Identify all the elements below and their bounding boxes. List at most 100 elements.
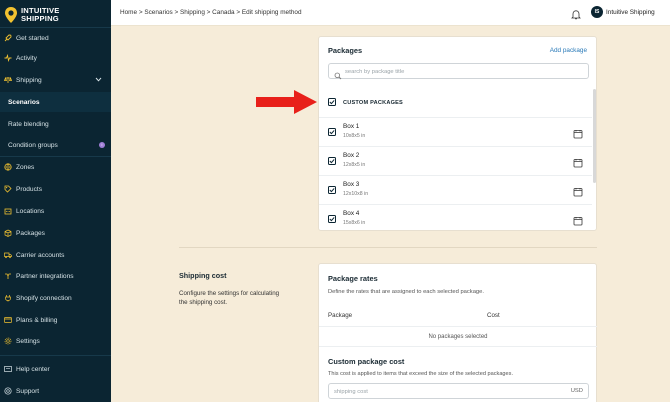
shipping-cost-input[interactable] xyxy=(334,386,554,397)
annotation-arrow-icon xyxy=(256,89,318,120)
check-icon xyxy=(329,159,335,164)
package-row[interactable]: Box 4 15x8x6 in xyxy=(319,204,592,230)
building-icon xyxy=(3,207,12,216)
sidebar-item-activity[interactable]: Activity xyxy=(0,48,111,68)
support-icon xyxy=(3,387,12,396)
package-dimensions: 15x8x6 in xyxy=(343,220,366,226)
breadcrumb[interactable]: Home > Scenarios > Shipping > Canada > E… xyxy=(120,9,302,16)
package-row[interactable]: Box 1 10x8x5 in xyxy=(319,117,592,146)
sidebar-item-label: Help center xyxy=(16,365,50,373)
sidebar-item-label: Products xyxy=(16,185,43,193)
sidebar-item-scenarios[interactable]: Scenarios xyxy=(0,92,111,112)
sidebar-item-label: Zones xyxy=(16,163,35,171)
package-row[interactable]: Box 2 12x8x5 in xyxy=(319,146,592,175)
sidebar-item-label: Get started xyxy=(16,34,49,42)
sidebar-item-packages[interactable]: Packages xyxy=(0,223,111,243)
column-header-package: Package xyxy=(328,312,353,319)
gear-icon xyxy=(3,337,12,346)
top-bar: Home > Scenarios > Shipping > Canada > E… xyxy=(111,0,670,26)
card-icon xyxy=(3,316,12,325)
sidebar-item-label: Activity xyxy=(16,54,37,62)
sidebar-item-label: Carrier accounts xyxy=(16,251,65,259)
shipping-cost-description: Configure the settings for calculating t… xyxy=(179,290,280,306)
check-icon xyxy=(329,130,335,135)
package-rates-card: Package rates Define the rates that are … xyxy=(318,263,597,402)
column-header-cost: Cost xyxy=(487,312,500,319)
package-dimensions: 10x8x5 in xyxy=(343,133,366,139)
sidebar-item-label: Condition groups xyxy=(8,141,58,149)
custom-packages-checkbox[interactable] xyxy=(328,98,336,106)
sidebar-item-settings[interactable]: Settings xyxy=(0,331,111,351)
sidebar-item-get-started[interactable]: Get started xyxy=(0,28,111,48)
sidebar-item-label: Settings xyxy=(16,337,40,345)
package-name: Box 3 xyxy=(343,181,360,188)
package-box-icon[interactable] xyxy=(573,126,583,144)
sidebar-item-label: Support xyxy=(16,387,40,395)
sidebar-item-label: Partner integrations xyxy=(16,272,74,280)
package-checkbox[interactable] xyxy=(328,215,336,223)
shipping-cost-title: Shipping cost xyxy=(179,271,227,280)
globe-icon xyxy=(3,163,12,172)
package-name: Box 4 xyxy=(343,210,360,217)
sidebar-item-locations[interactable]: Locations xyxy=(0,201,111,221)
add-package-link[interactable]: Add package xyxy=(550,47,587,54)
sidebar-item-label: Plans & billing xyxy=(16,316,58,324)
sidebar-item-plans-billing[interactable]: Plans & billing xyxy=(0,310,111,330)
sidebar-item-support[interactable]: Support xyxy=(0,381,111,401)
sidebar-item-condition-groups[interactable]: Condition groups i xyxy=(0,135,111,155)
sidebar-item-label: Shipping xyxy=(16,76,42,84)
packages-card: Packages Add package CUSTOM PACKAGES Box… xyxy=(318,36,597,231)
user-name[interactable]: Intuitive Shipping xyxy=(606,9,655,16)
package-box-icon[interactable] xyxy=(573,213,583,230)
package-box-icon[interactable] xyxy=(573,155,583,173)
packages-scrollbar[interactable] xyxy=(593,89,596,183)
sidebar-item-carrier-accounts[interactable]: Carrier accounts xyxy=(0,245,111,265)
check-icon xyxy=(329,188,335,193)
check-icon xyxy=(329,217,335,222)
empty-state: No packages selected xyxy=(319,326,597,347)
custom-package-cost-title: Custom package cost xyxy=(328,357,405,366)
bell-icon[interactable] xyxy=(571,7,581,25)
package-checkbox[interactable] xyxy=(328,186,336,194)
rocket-icon xyxy=(3,34,12,43)
sidebar-item-shipping[interactable]: Shipping xyxy=(0,70,111,90)
sidebar-item-label: Packages xyxy=(16,229,45,237)
custom-packages-label: CUSTOM PACKAGES xyxy=(343,100,403,106)
package-checkbox[interactable] xyxy=(328,128,336,136)
sidebar-item-rate-blending[interactable]: Rate blending xyxy=(0,114,111,134)
plug-icon xyxy=(3,294,12,303)
sidebar-item-partner-integrations[interactable]: Partner integrations xyxy=(0,266,111,286)
package-box-icon[interactable] xyxy=(573,184,583,202)
sidebar-item-products[interactable]: Products xyxy=(0,179,111,199)
activity-icon xyxy=(3,54,12,63)
sidebar-item-label: Scenarios xyxy=(8,98,40,106)
package-rates-description: Define the rates that are assigned to ea… xyxy=(328,289,484,295)
app-logo[interactable]: INTUITIVE SHIPPING xyxy=(0,0,111,26)
shipping-cost-field[interactable]: USD xyxy=(328,383,589,399)
chevron-down-icon xyxy=(95,76,102,85)
sidebar-item-label: Rate blending xyxy=(8,120,49,128)
section-divider xyxy=(179,247,597,248)
sidebar-item-shopify-connection[interactable]: Shopify connection xyxy=(0,288,111,308)
package-dimensions: 12x8x5 in xyxy=(343,162,366,168)
sidebar-item-label: Shopify connection xyxy=(16,294,72,302)
currency-label: USD xyxy=(570,388,583,394)
search-icon xyxy=(334,67,342,85)
package-search-field[interactable] xyxy=(328,63,589,80)
packages-title: Packages xyxy=(328,46,363,55)
sidebar: INTUITIVE SHIPPING Get started Activity S… xyxy=(0,0,111,402)
package-row[interactable]: Box 3 12x10x8 in xyxy=(319,175,592,204)
package-checkbox[interactable] xyxy=(328,157,336,165)
tag-icon xyxy=(3,185,12,194)
sidebar-item-zones[interactable]: Zones xyxy=(0,157,111,177)
link-icon xyxy=(3,272,12,281)
search-input[interactable] xyxy=(345,66,575,77)
help-icon xyxy=(3,365,12,374)
sidebar-item-label: Locations xyxy=(16,207,45,215)
package-dimensions: 12x10x8 in xyxy=(343,191,369,197)
sidebar-item-help-center[interactable]: Help center xyxy=(0,359,111,379)
avatar[interactable]: IS xyxy=(591,6,603,18)
info-badge: i xyxy=(99,142,105,148)
map-pin-logo-icon xyxy=(4,6,18,24)
logo-text: INTUITIVE SHIPPING xyxy=(21,6,60,23)
